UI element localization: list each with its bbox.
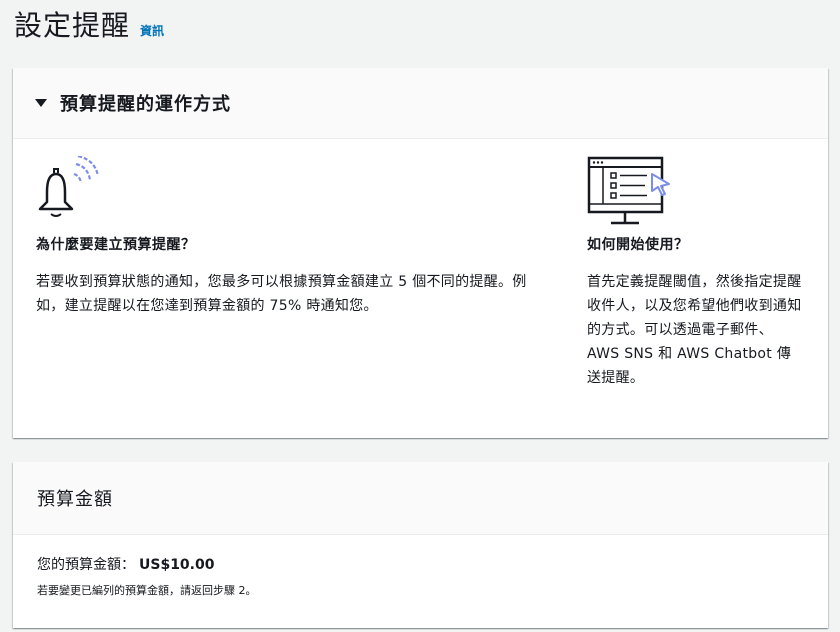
why-create-text: 若要收到預算狀態的通知，您最多可以根據預算金額建立 5 個不同的提醒。例如，建立… xyxy=(36,274,527,314)
page-header: 設定提醒 資訊 xyxy=(14,4,164,44)
budget-amount-value: US$10.00 xyxy=(139,557,215,573)
getting-started-section: 如何開始使用？ 首先定義提醒閾值，然後指定提醒收件人，以及您希望他們收到通知的方… xyxy=(587,156,802,390)
budget-amount-note: 若要變更已編列的預算金額，請返回步驟 2。 xyxy=(37,584,257,597)
monitor-icon xyxy=(587,156,802,230)
page-title: 設定提醒 xyxy=(14,9,131,42)
budget-amount-panel: 預算金額 您的預算金額： US$10.00 若要變更已編列的預算金額，請返回步驟 … xyxy=(13,462,828,628)
budget-amount-title: 預算金額 xyxy=(37,489,113,510)
how-it-works-panel: 預算提醒的運作方式 為什麼要建立預算提醒？ 若要收到預算狀態的通知，您最多可以根… xyxy=(13,68,828,438)
getting-started-heading: 如何開始使用？ xyxy=(587,237,689,253)
budget-amount-header: 預算金額 xyxy=(13,462,828,535)
info-link[interactable]: 資訊 xyxy=(140,22,164,39)
how-it-works-title: 預算提醒的運作方式 xyxy=(60,94,231,115)
getting-started-text: 首先定義提醒閾值，然後指定提醒收件人，以及您希望他們收到通知的方式。可以透過電子… xyxy=(587,274,802,386)
why-create-heading: 為什麼要建立預算提醒？ xyxy=(36,237,196,253)
bell-icon xyxy=(36,154,536,230)
how-it-works-header[interactable]: 預算提醒的運作方式 xyxy=(13,68,828,139)
why-create-section: 為什麼要建立預算提醒？ 若要收到預算狀態的通知，您最多可以根據預算金額建立 5 … xyxy=(36,154,536,318)
budget-amount-row: 您的預算金額： US$10.00 xyxy=(37,554,214,574)
budget-amount-label: 您的預算金額： xyxy=(37,557,135,573)
caret-down-icon[interactable] xyxy=(35,99,47,107)
